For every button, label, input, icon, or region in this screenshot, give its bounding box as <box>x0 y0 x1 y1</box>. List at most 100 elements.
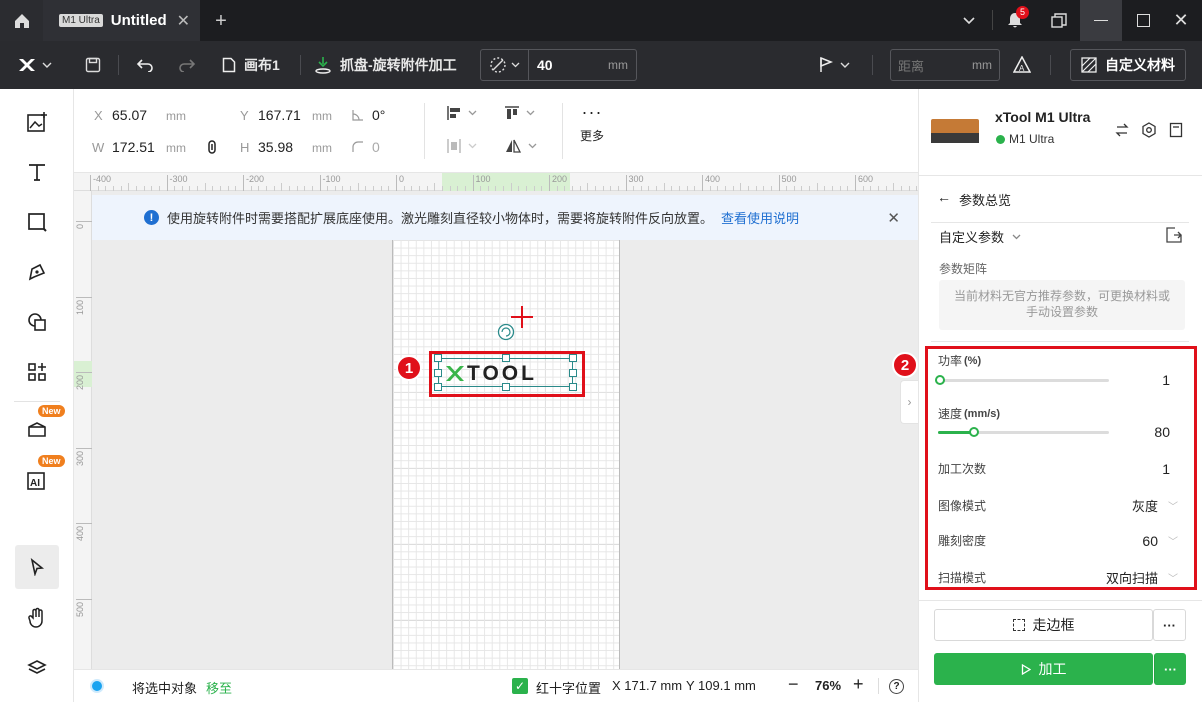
ruler-tick-label: 300 <box>628 174 644 184</box>
tab-title: Untitled <box>110 12 167 29</box>
device-settings-icon[interactable] <box>1141 122 1157 138</box>
document-tab[interactable]: M1 Ultra Untitled ✕ <box>43 0 200 41</box>
back-arrow-icon[interactable]: ← <box>937 189 951 205</box>
resize-handle[interactable] <box>569 354 577 362</box>
autofocus-button[interactable]: A <box>1010 41 1034 89</box>
ruler-tick-label: -300 <box>169 174 188 184</box>
home-icon <box>14 13 29 28</box>
distance-placeholder: 距离 <box>898 58 925 74</box>
process-label: 加工 <box>1038 661 1067 677</box>
image-tool-button[interactable] <box>18 103 56 141</box>
y-coordinate: Y 109.1 mm <box>686 678 756 693</box>
shape-tool-button[interactable] <box>18 203 56 241</box>
process-more-button[interactable]: ··· <box>1154 653 1186 685</box>
help-icon[interactable]: ? <box>889 679 904 694</box>
corner-radius-input[interactable]: 0 <box>372 139 380 155</box>
y-position-input[interactable]: 167.71 <box>258 107 301 123</box>
x-position-input[interactable]: 65.07 <box>112 107 147 123</box>
resize-handle[interactable] <box>434 383 442 391</box>
resize-handle[interactable] <box>434 368 442 377</box>
more-button[interactable]: ··· 更多 <box>574 103 610 144</box>
process-button[interactable]: 加工 <box>934 653 1153 685</box>
title-bar: M1 Ultra Untitled ✕ + 5 ✕ <box>0 0 1202 41</box>
export-file-icon[interactable] <box>1169 122 1183 138</box>
ruler-tick-label: 0 <box>399 174 405 184</box>
shapes-library-button[interactable] <box>18 303 56 341</box>
layers-icon <box>27 660 47 674</box>
close-window-button[interactable]: ✕ <box>1160 0 1202 41</box>
custom-material-button[interactable]: 自定义材料 <box>1070 49 1186 81</box>
pen-tool-button[interactable] <box>18 253 56 291</box>
minimize-button[interactable] <box>1080 0 1122 41</box>
lock-ratio-icon[interactable] <box>207 140 217 154</box>
ruler-minor-tick <box>434 183 436 191</box>
rotation-input[interactable]: 0° <box>372 107 385 123</box>
diameter-unit: mm <box>608 58 628 72</box>
ruler-minor-tick <box>281 183 283 191</box>
device-image <box>931 119 979 145</box>
select-tool-button[interactable] <box>15 545 59 589</box>
work-area[interactable] <box>392 240 620 669</box>
close-tab-icon[interactable]: ✕ <box>177 11 190 31</box>
width-input[interactable]: 172.51 <box>112 139 155 155</box>
maximize-button[interactable] <box>1122 0 1164 41</box>
collapse-panel-button[interactable]: › <box>900 380 918 424</box>
zoom-in-button[interactable]: + <box>853 674 864 695</box>
undo-button[interactable] <box>132 41 158 89</box>
frame-button[interactable]: 走边框 <box>934 609 1153 641</box>
components-button[interactable] <box>18 353 56 391</box>
resize-handle[interactable] <box>501 383 510 391</box>
arrange-dropdown[interactable] <box>504 105 535 121</box>
distribute-dropdown[interactable] <box>446 138 477 154</box>
autofocus-icon: A <box>1013 56 1031 73</box>
custom-params-dropdown[interactable]: 自定义参数 <box>939 227 1021 246</box>
resize-handle[interactable] <box>434 354 442 362</box>
zoom-level[interactable]: 76% <box>815 678 841 693</box>
layers-button[interactable] <box>18 649 56 687</box>
processing-mode-selector[interactable]: 抓盘-旋转附件加工 <box>314 41 457 89</box>
save-params-icon[interactable] <box>1165 226 1183 244</box>
dropdown-chevron-icon[interactable] <box>948 0 990 41</box>
close-notice-icon[interactable]: ✕ <box>887 209 900 227</box>
processing-mode-label: 抓盘-旋转附件加工 <box>340 57 457 73</box>
new-tab-button[interactable]: + <box>208 8 234 34</box>
switch-device-icon[interactable] <box>1115 123 1129 137</box>
diameter-field[interactable]: 40 mm <box>480 49 637 81</box>
diameter-value[interactable]: 40 <box>537 57 553 73</box>
move-to-link[interactable]: 移至 <box>206 678 232 697</box>
hand-tool-button[interactable] <box>18 599 56 637</box>
notice-help-link[interactable]: 查看使用说明 <box>721 208 799 227</box>
resize-handle[interactable] <box>569 368 577 377</box>
ai-icon: AI <box>27 472 45 490</box>
save-button[interactable] <box>80 41 106 89</box>
text-tool-button[interactable] <box>18 153 56 191</box>
diameter-type-dropdown[interactable] <box>481 50 529 80</box>
callout-marker-2: 2 <box>892 352 918 378</box>
svg-text:A: A <box>1019 64 1025 73</box>
notification-bell-button[interactable]: 5 <box>994 0 1036 41</box>
home-button[interactable] <box>0 0 43 41</box>
crosshair-checkbox[interactable]: ✓ <box>512 678 528 694</box>
redo-button[interactable] <box>174 41 200 89</box>
hand-icon <box>28 607 43 628</box>
frame-more-button[interactable]: ··· <box>1153 609 1186 641</box>
zoom-out-button[interactable]: − <box>788 674 799 695</box>
windows-icon[interactable] <box>1038 0 1080 41</box>
distance-input[interactable]: 距离 mm <box>890 49 1000 81</box>
laser-pointer-icon <box>820 56 834 72</box>
canvas-selector[interactable]: 画布1 <box>222 41 280 89</box>
align-dropdown[interactable] <box>446 105 477 121</box>
cursor-position-button[interactable] <box>818 41 850 89</box>
height-input[interactable]: 35.98 <box>258 139 293 155</box>
material-icon <box>1081 57 1097 73</box>
pen-icon <box>28 263 46 281</box>
ruler-tick-line <box>76 372 92 373</box>
flip-dropdown[interactable] <box>504 138 537 154</box>
resize-handle[interactable] <box>569 383 577 391</box>
resize-handle[interactable] <box>501 354 510 362</box>
ruler-minor-tick <box>816 183 818 191</box>
ruler-tick-line <box>472 175 474 191</box>
xtool-menu-button[interactable] <box>12 41 58 89</box>
rotate-handle-icon[interactable] <box>497 323 515 341</box>
ruler-tick-label: 100 <box>475 174 491 184</box>
